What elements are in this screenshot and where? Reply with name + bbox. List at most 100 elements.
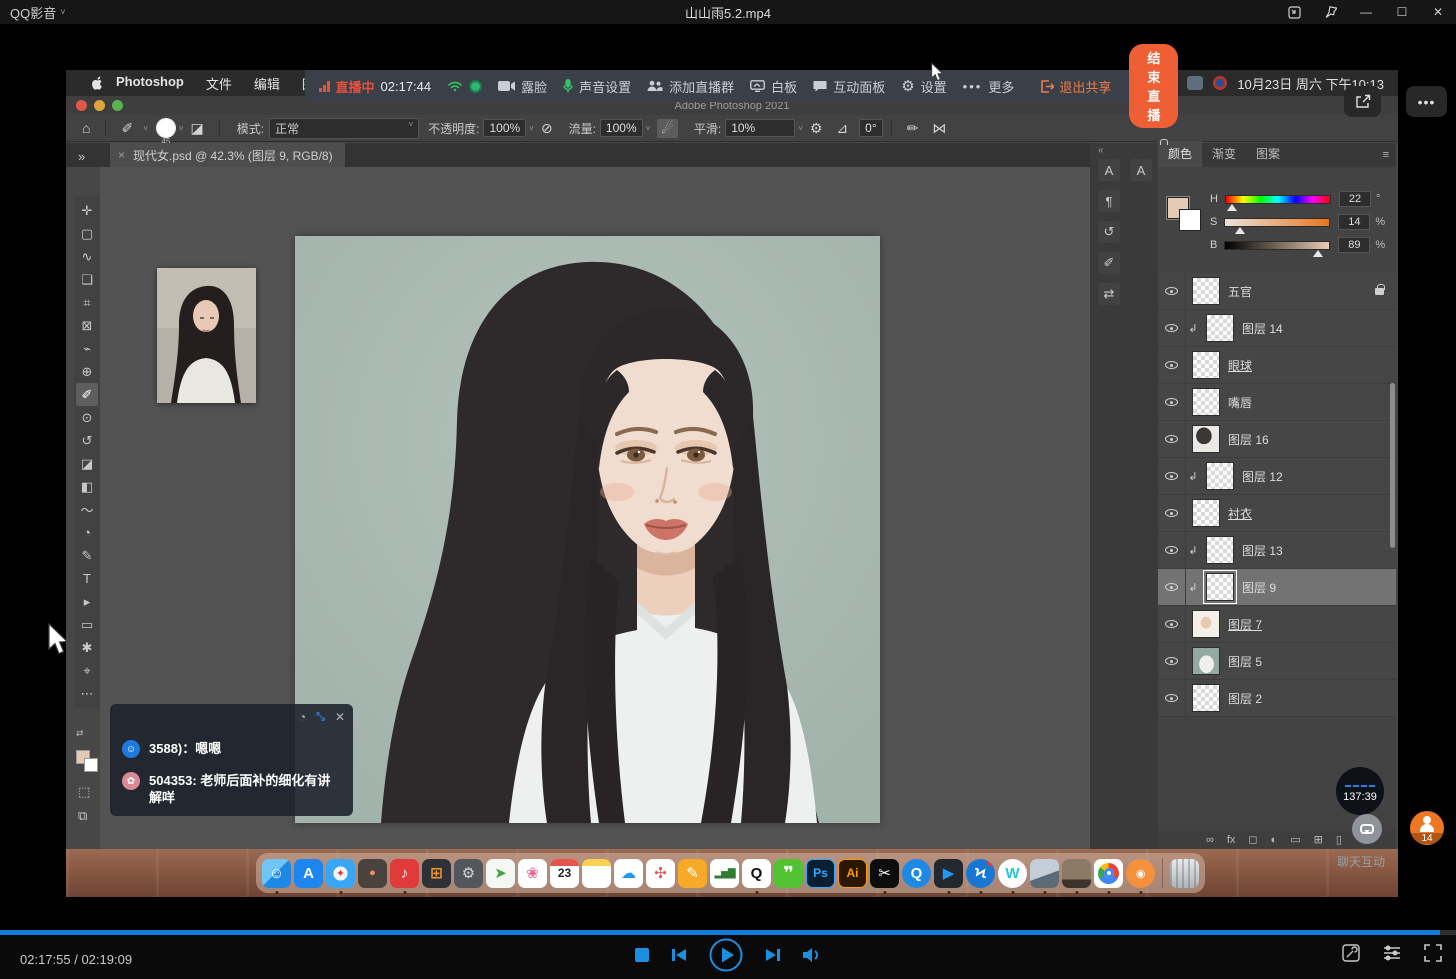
- marquee-tool-icon[interactable]: ▢: [76, 222, 98, 245]
- collapsed-panel-icon[interactable]: ¶: [1098, 190, 1120, 212]
- close-tab-icon[interactable]: ×: [118, 148, 125, 162]
- quick-mask-icon[interactable]: ⬚: [78, 784, 90, 800]
- layer-name[interactable]: 图层 9: [1242, 579, 1276, 596]
- brush-angle-field[interactable]: 0°: [859, 119, 882, 137]
- previous-button[interactable]: [671, 947, 687, 963]
- share-popup-button[interactable]: [1344, 86, 1381, 117]
- layer-thumbnail[interactable]: [1206, 573, 1234, 601]
- visibility-toggle[interactable]: [1158, 495, 1186, 531]
- layer-thumbnail[interactable]: [1192, 425, 1220, 453]
- object-selection-tool-icon[interactable]: ❏: [76, 268, 98, 291]
- layer-name[interactable]: 图层 16: [1228, 431, 1269, 448]
- hue-slider-thumb[interactable]: [1227, 204, 1237, 211]
- document-tab[interactable]: × 现代女.psd @ 42.3% (图层 9, RGB/8): [110, 143, 345, 167]
- layer-name[interactable]: 图层 12: [1242, 468, 1283, 485]
- layer-thumbnail[interactable]: [1192, 647, 1220, 675]
- smudge-tool-icon[interactable]: 〜: [76, 498, 98, 521]
- layer-row[interactable]: 五官: [1158, 273, 1396, 310]
- fullscreen-button[interactable]: [1424, 944, 1442, 962]
- dock-app-capcut[interactable]: ✂: [870, 859, 899, 888]
- pressure-size-icon[interactable]: ✏: [907, 120, 919, 137]
- dock-app-camapp[interactable]: ◉: [1126, 859, 1155, 888]
- layers-footer-icon[interactable]: ◐: [1271, 834, 1278, 846]
- layer-name[interactable]: 图层 5: [1228, 653, 1262, 670]
- menubar-extra-icon2[interactable]: [1213, 76, 1227, 90]
- dock-app-chrome[interactable]: [1094, 859, 1123, 888]
- flow-field[interactable]: 100%: [600, 119, 643, 137]
- layers-footer-icon[interactable]: ⊞: [1314, 833, 1323, 846]
- background-color-swatch[interactable]: [1179, 209, 1201, 231]
- stop-button[interactable]: [635, 948, 649, 962]
- layer-row[interactable]: 图层 2: [1158, 680, 1396, 717]
- layer-thumbnail[interactable]: [1192, 499, 1220, 527]
- dock-app-wps[interactable]: ✎: [678, 859, 707, 888]
- dock-app-netease[interactable]: ♪: [390, 859, 419, 888]
- layer-name[interactable]: 衬衣: [1228, 505, 1252, 522]
- collapsed-panel-icon[interactable]: A: [1130, 159, 1152, 181]
- exit-share-button[interactable]: 退出共享: [1040, 77, 1111, 96]
- crop-tool-icon[interactable]: ⌗: [76, 291, 98, 314]
- dock-app-mediaplayer[interactable]: ▶: [934, 859, 963, 888]
- dock-app-maps[interactable]: ➤: [486, 859, 515, 888]
- smoothing-options-gear-icon[interactable]: ⚙: [810, 120, 823, 137]
- chevron-down-icon[interactable]: ˅: [529, 124, 534, 133]
- layers-footer-icon[interactable]: ◻: [1248, 833, 1257, 846]
- whiteboard-button[interactable]: 白板: [750, 77, 797, 96]
- more-button[interactable]: ••• 更多: [963, 77, 1015, 96]
- visibility-toggle[interactable]: [1158, 347, 1186, 383]
- expand-panels-chevron[interactable]: «: [1098, 145, 1104, 156]
- playlist-button[interactable]: [1382, 945, 1402, 961]
- scale-window-button[interactable]: [1276, 0, 1312, 24]
- record-status-icon[interactable]: [469, 80, 482, 93]
- dock-app-qqbrowser[interactable]: Q: [902, 859, 931, 888]
- layer-row[interactable]: 嘴唇: [1158, 384, 1396, 421]
- opacity-field[interactable]: 100%: [483, 119, 526, 137]
- layer-row[interactable]: ↲ 图层 14: [1158, 310, 1396, 347]
- dock-app-pinwheel[interactable]: ✣: [646, 859, 675, 888]
- layer-row[interactable]: ↲ 图层 9: [1158, 569, 1396, 606]
- menubar-extra-icon[interactable]: [1187, 76, 1203, 90]
- brightness-slider-thumb[interactable]: [1313, 250, 1323, 257]
- volume-button[interactable]: [803, 947, 821, 963]
- hue-value[interactable]: 22: [1339, 191, 1371, 207]
- layer-thumbnail[interactable]: [1206, 536, 1234, 564]
- symmetry-icon[interactable]: ⋈: [932, 120, 946, 137]
- visibility-toggle[interactable]: [1158, 680, 1186, 716]
- layer-row[interactable]: 衬衣: [1158, 495, 1396, 532]
- chevron-down-icon[interactable]: ˅: [179, 124, 184, 133]
- layer-name[interactable]: 图层 13: [1242, 542, 1283, 559]
- layer-thumbnail[interactable]: [1206, 462, 1234, 490]
- dock-app-trash[interactable]: [1170, 859, 1199, 888]
- collapsed-panel-icon[interactable]: ⇄: [1098, 283, 1120, 305]
- interactive-panel-button[interactable]: 互动面板: [813, 77, 885, 96]
- layer-name[interactable]: 嘴唇: [1228, 394, 1252, 411]
- brush-tool-icon[interactable]: ✐: [76, 383, 98, 406]
- hue-slider[interactable]: [1225, 195, 1331, 204]
- hand-tool-icon[interactable]: ✱: [76, 636, 98, 659]
- play-button[interactable]: [709, 938, 743, 972]
- home-icon[interactable]: ⌂: [82, 120, 90, 136]
- dock-app-wink[interactable]: W: [998, 859, 1027, 888]
- brush-preset-picker[interactable]: 45: [156, 118, 176, 138]
- visibility-toggle[interactable]: [1158, 532, 1186, 568]
- seek-bar[interactable]: [0, 930, 1456, 935]
- layer-thumbnail[interactable]: [1192, 388, 1220, 416]
- layer-thumbnail[interactable]: [1192, 684, 1220, 712]
- brush-angle-icon[interactable]: ⊿: [836, 120, 848, 137]
- visibility-toggle[interactable]: [1158, 458, 1186, 494]
- viewer-count-widget[interactable]: 14: [1410, 811, 1444, 845]
- layer-thumbnail[interactable]: [1192, 351, 1220, 379]
- visibility-toggle[interactable]: [1158, 273, 1186, 309]
- panel-menu-icon[interactable]: ≡: [1383, 149, 1388, 161]
- layer-row[interactable]: 眼球: [1158, 347, 1396, 384]
- layer-name[interactable]: 图层 2: [1228, 690, 1262, 707]
- layer-name[interactable]: 图层 7: [1228, 616, 1262, 633]
- canvas-artwork[interactable]: [295, 236, 880, 823]
- visibility-toggle[interactable]: [1158, 606, 1186, 642]
- help-icon[interactable]: ◔: [299, 710, 306, 724]
- chat-overlay[interactable]: ◔ ⤡ ✕ ☺ 3588)：嗯嗯 ✿ 504353: 老师后面补的细化有讲解咩: [110, 704, 353, 816]
- eyedropper-tool-icon[interactable]: ⌁: [76, 337, 98, 360]
- dodge-tool-icon[interactable]: ◔: [76, 521, 98, 544]
- apple-logo-icon[interactable]: [92, 76, 105, 91]
- shape-tool-icon[interactable]: ▭: [76, 613, 98, 636]
